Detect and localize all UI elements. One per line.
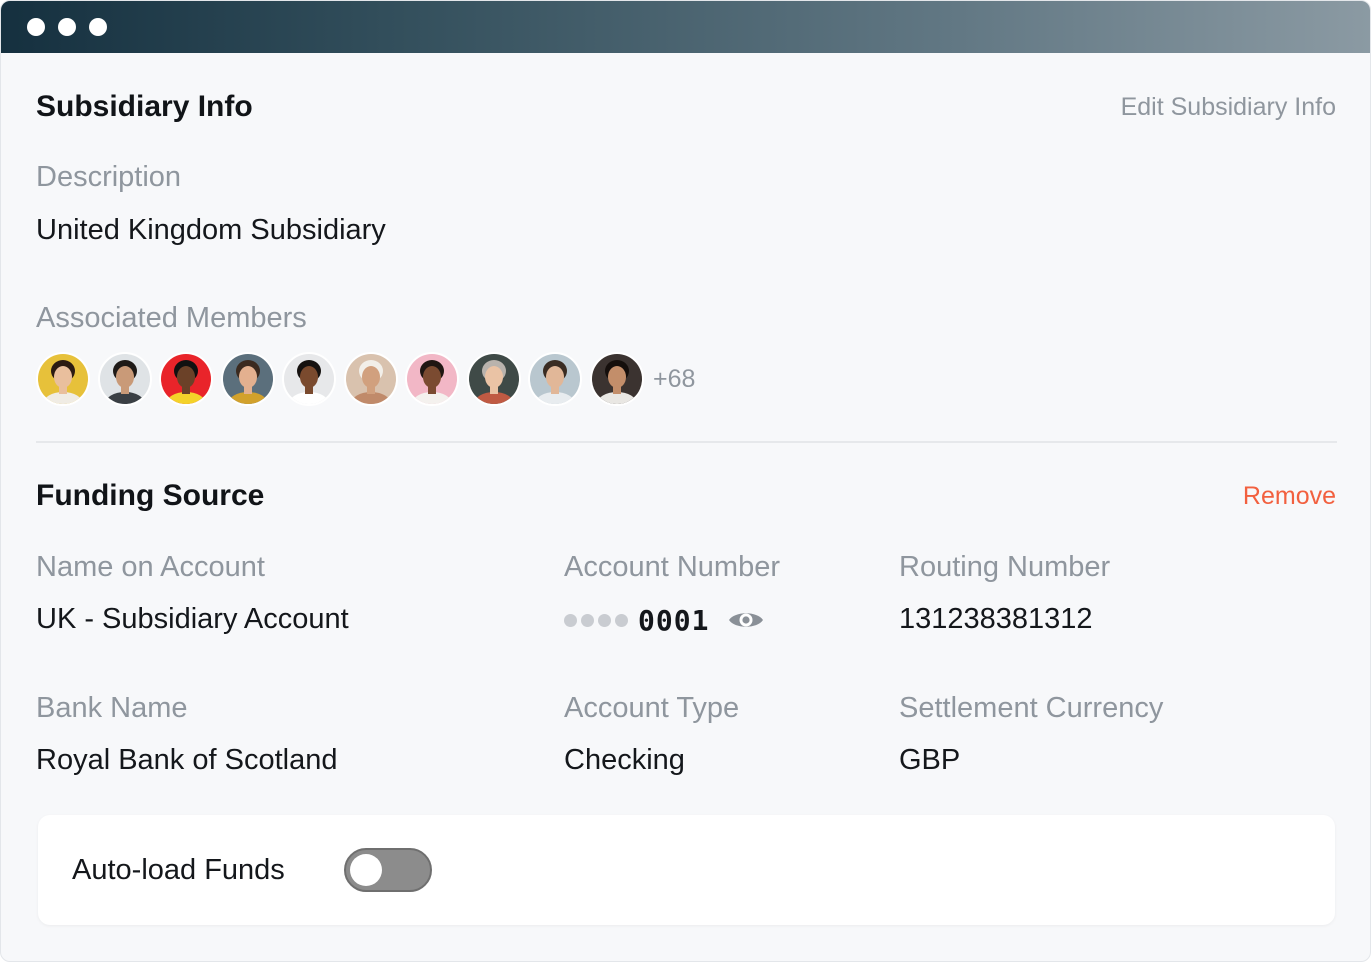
window-control-dot[interactable] bbox=[58, 18, 76, 36]
subsidiary-info-title: Subsidiary Info bbox=[36, 90, 253, 123]
description-label: Description bbox=[36, 161, 182, 193]
section-divider bbox=[36, 441, 1337, 443]
associated-members-list: +68 bbox=[36, 352, 695, 406]
member-avatar[interactable] bbox=[159, 352, 213, 406]
account-number-value: 0001 bbox=[564, 602, 765, 638]
account-type-value: Checking bbox=[564, 744, 685, 776]
auto-load-funds-toggle[interactable] bbox=[344, 848, 432, 892]
masked-digit-dot bbox=[564, 613, 577, 627]
member-avatar[interactable] bbox=[97, 352, 152, 406]
eye-icon[interactable] bbox=[727, 608, 765, 632]
member-avatar[interactable] bbox=[343, 352, 398, 406]
funding-source-title: Funding Source bbox=[36, 479, 265, 512]
member-avatar[interactable] bbox=[528, 352, 582, 406]
bank-name-value: Royal Bank of Scotland bbox=[36, 744, 338, 776]
routing-number-value: 131238381312 bbox=[899, 603, 1093, 635]
name-on-account-label: Name on Account bbox=[36, 551, 265, 583]
member-avatar[interactable] bbox=[282, 352, 336, 406]
settlement-currency-label: Settlement Currency bbox=[899, 692, 1164, 724]
member-avatar[interactable] bbox=[220, 352, 275, 406]
description-value: United Kingdom Subsidiary bbox=[36, 214, 386, 246]
window-control-dot[interactable] bbox=[27, 18, 45, 36]
more-members-count[interactable]: +68 bbox=[653, 364, 695, 394]
window-control-dot[interactable] bbox=[89, 18, 107, 36]
auto-load-card: Auto-load Funds bbox=[38, 815, 1335, 925]
name-on-account-value: UK - Subsidiary Account bbox=[36, 603, 349, 635]
account-number-last4: 0001 bbox=[638, 603, 710, 637]
account-number-label: Account Number bbox=[564, 551, 780, 583]
account-type-label: Account Type bbox=[564, 692, 740, 724]
member-avatar[interactable] bbox=[36, 352, 90, 406]
remove-funding-source-button[interactable]: Remove bbox=[1243, 481, 1336, 511]
avatar-group bbox=[36, 352, 651, 406]
member-avatar[interactable] bbox=[589, 352, 644, 406]
associated-members-label: Associated Members bbox=[36, 302, 307, 334]
bank-name-label: Bank Name bbox=[36, 692, 188, 724]
masked-digit-dot bbox=[581, 613, 594, 627]
window-titlebar bbox=[1, 1, 1370, 53]
routing-number-label: Routing Number bbox=[899, 551, 1111, 583]
masked-digit-dot bbox=[615, 613, 628, 627]
member-avatar[interactable] bbox=[466, 352, 521, 406]
settlement-currency-value: GBP bbox=[899, 744, 961, 776]
edit-subsidiary-info-link[interactable]: Edit Subsidiary Info bbox=[1121, 92, 1336, 122]
app-window: Subsidiary Info Edit Subsidiary Info Des… bbox=[0, 0, 1371, 962]
member-avatar[interactable] bbox=[405, 352, 459, 406]
masked-digit-dot bbox=[598, 613, 611, 627]
auto-load-funds-label: Auto-load Funds bbox=[72, 854, 285, 886]
toggle-knob bbox=[350, 854, 382, 886]
